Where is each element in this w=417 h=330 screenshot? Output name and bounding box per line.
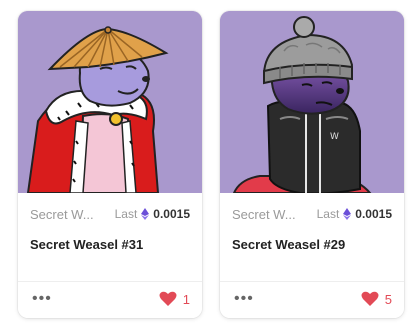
more-options-button[interactable]: ••• xyxy=(234,291,254,307)
like-button[interactable]: 5 xyxy=(361,291,392,307)
card-footer: ••• 5 xyxy=(220,281,404,318)
nft-name[interactable]: Secret Weasel #29 xyxy=(232,235,352,254)
heart-icon xyxy=(159,291,177,306)
nft-name[interactable]: Secret Weasel #31 xyxy=(30,235,150,254)
nft-card[interactable]: W Secret W... Last 0.0015 Secret Weasel … xyxy=(220,11,404,318)
like-button[interactable]: 1 xyxy=(159,291,190,307)
nft-image-weasel-31[interactable] xyxy=(18,11,202,193)
last-label: Last xyxy=(114,207,138,221)
price-value: 0.0015 xyxy=(153,207,190,221)
svg-text:W: W xyxy=(330,132,339,142)
collection-name[interactable]: Secret W... xyxy=(232,207,296,222)
last-price: Last 0.0015 xyxy=(317,207,392,221)
eth-icon xyxy=(141,208,150,220)
more-options-button[interactable]: ••• xyxy=(32,291,52,307)
price-value: 0.0015 xyxy=(355,207,392,221)
card-footer: ••• 1 xyxy=(18,281,202,318)
nft-card[interactable]: Secret W... Last 0.0015 Secret Weasel #3… xyxy=(18,11,202,318)
last-price: Last 0.0015 xyxy=(115,207,190,221)
last-label: Last xyxy=(316,207,340,221)
collection-name[interactable]: Secret W... xyxy=(30,207,94,222)
like-count: 1 xyxy=(182,291,190,307)
eth-icon xyxy=(343,208,352,220)
like-count: 5 xyxy=(384,291,392,307)
nft-image-weasel-29[interactable]: W xyxy=(220,11,404,193)
heart-icon xyxy=(361,291,379,306)
